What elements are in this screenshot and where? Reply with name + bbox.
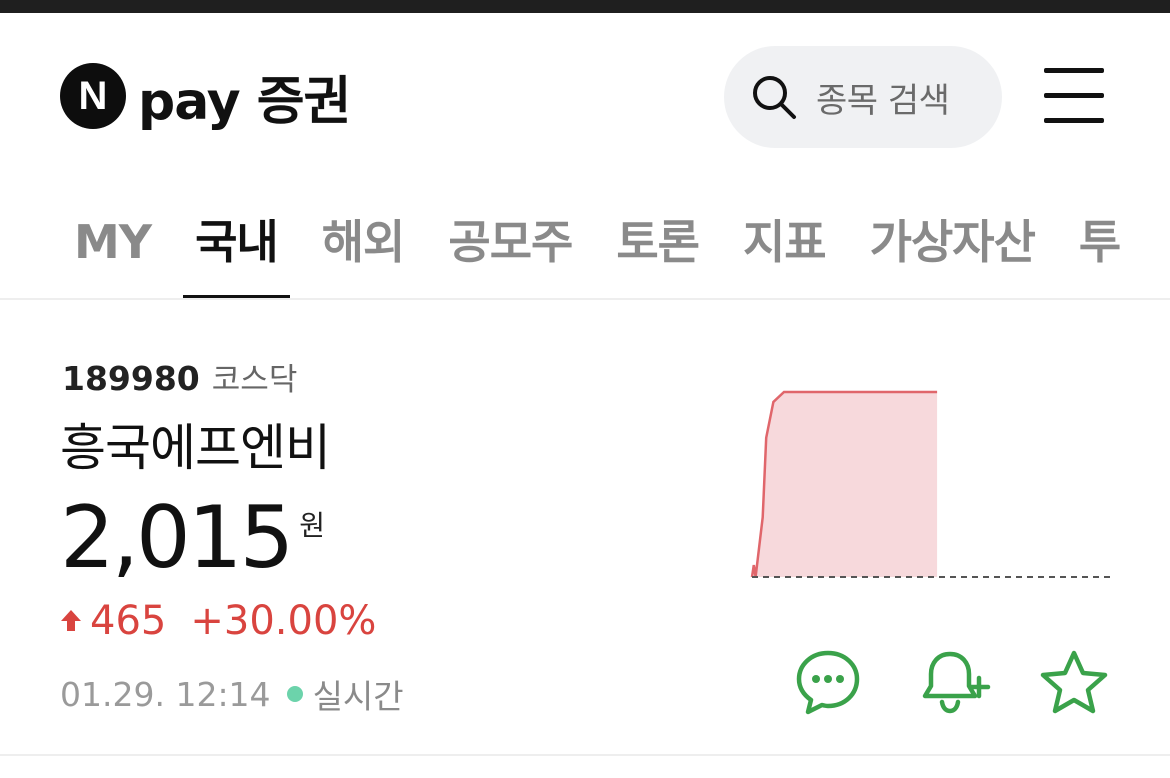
- search-bar[interactable]: 종목 검색: [724, 46, 1002, 148]
- bell-add-icon[interactable]: [920, 648, 992, 716]
- search-icon: [753, 76, 796, 119]
- change-row: 465 +30.00%: [60, 598, 376, 644]
- tab-4[interactable]: 토론: [616, 206, 700, 300]
- status-bar: [0, 0, 1170, 13]
- hamburger-menu-icon[interactable]: [1044, 68, 1104, 124]
- search-placeholder: 종목 검색: [816, 80, 950, 121]
- tab-3[interactable]: 공모주: [448, 206, 573, 300]
- timestamp-row: 01.29. 12:14 실시간: [60, 670, 404, 718]
- star-icon[interactable]: [1038, 648, 1110, 716]
- live-dot-icon: [286, 686, 303, 702]
- tab-0[interactable]: MY: [74, 206, 152, 300]
- timestamp: 01.29. 12:14: [60, 674, 271, 714]
- chat-bubble-icon[interactable]: [794, 648, 862, 716]
- tab-6[interactable]: 가상자산: [870, 206, 1036, 300]
- stock-code: 189980: [62, 359, 200, 398]
- market-tabs: MY 국내 해외 공모주 토론 지표 가상자산 투: [74, 206, 1164, 300]
- logo-text: pay 증권: [138, 71, 351, 132]
- tab-7[interactable]: 투: [1079, 206, 1121, 300]
- tab-5[interactable]: 지표: [743, 206, 827, 300]
- current-price: 2,015: [60, 488, 294, 588]
- stock-name: 흥국에프엔비: [60, 419, 331, 477]
- chart-area: [752, 392, 938, 577]
- logo-mark: N: [60, 63, 126, 129]
- change-rate: +30.00%: [190, 598, 377, 644]
- tab-2[interactable]: 해외: [322, 206, 406, 300]
- section-divider: [0, 754, 1170, 756]
- market-name: 코스닥: [211, 362, 298, 398]
- price-change: 465: [90, 598, 167, 644]
- price-unit: 원: [299, 509, 325, 542]
- tab-1[interactable]: 국내: [183, 206, 290, 300]
- tab-divider: [0, 298, 1170, 300]
- live-label: 실시간: [312, 677, 404, 716]
- intraday-chart[interactable]: [748, 380, 1112, 584]
- price-row: 2,015 원: [60, 490, 325, 586]
- stock-code-row: 189980 코스닥: [62, 354, 297, 399]
- logo[interactable]: N pay 증권: [60, 62, 351, 132]
- arrow-up-icon: [61, 610, 81, 631]
